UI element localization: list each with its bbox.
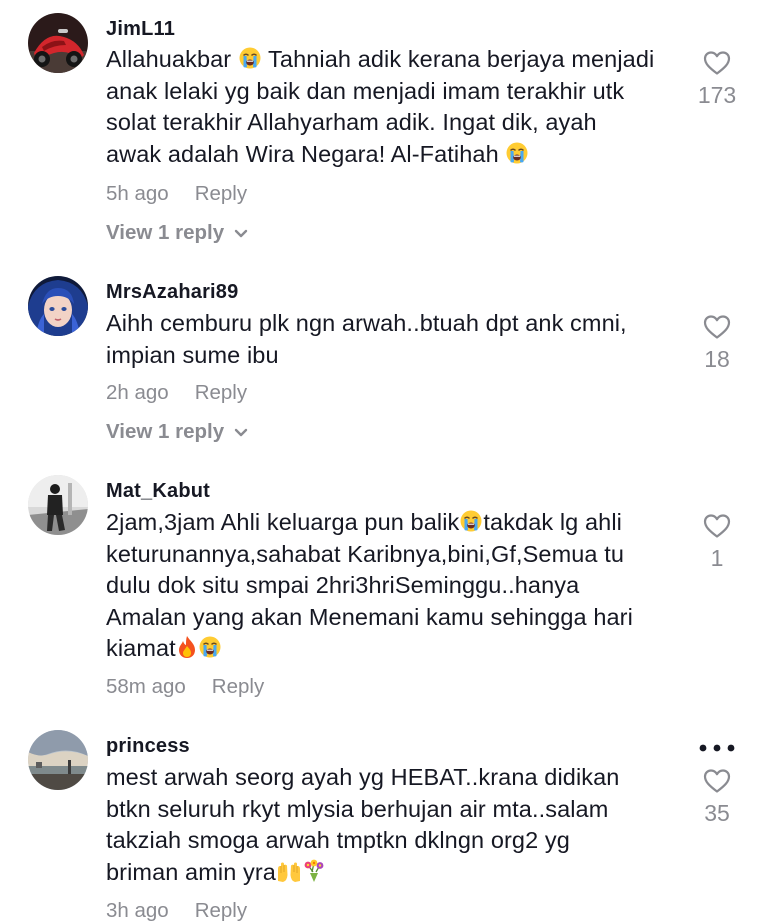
- reply-button[interactable]: Reply: [195, 381, 247, 404]
- comment-text: Allahuakbar Tahniah adik kerana berjaya …: [106, 44, 678, 170]
- comment-meta: 5h ago Reply: [106, 182, 247, 206]
- timestamp: 2h ago: [106, 381, 169, 404]
- username[interactable]: Mat_Kabut: [106, 480, 210, 503]
- reply-button[interactable]: Reply: [212, 675, 264, 698]
- reply-button[interactable]: Reply: [195, 182, 247, 205]
- avatar[interactable]: [28, 13, 88, 73]
- comment-line: briman amin yra: [106, 857, 678, 889]
- heart-outline-icon: [703, 514, 731, 538]
- heart-outline-icon: [703, 769, 731, 793]
- loudly-crying-face-icon: [506, 142, 528, 163]
- chevron-down-icon: [234, 229, 248, 237]
- comment-line: keturunannya,sahabat Karibnya,bini,Gf,Se…: [106, 540, 625, 567]
- comment-line: solat terakhir Allahyarham adik. Ingat d…: [106, 109, 597, 135]
- bouquet-icon: [304, 859, 324, 882]
- loudly-crying-face-icon: [199, 636, 221, 658]
- chevron-down-icon: [234, 428, 248, 436]
- comment-line: takziah smoga arwah tmptkn dklngn org2 y…: [106, 827, 570, 853]
- view-replies-label: View 1 reply: [106, 420, 225, 443]
- like-count: 173: [697, 82, 737, 108]
- comment-line: mest arwah seorg ayah yg HEBAT..krana di…: [106, 764, 620, 790]
- comment-line: btkn seluruh rkyt mlysia berhujan air mt…: [106, 795, 609, 822]
- timestamp: 3h ago: [106, 899, 169, 922]
- comment-line: kiamat: [106, 633, 678, 665]
- view-replies-label: View 1 reply: [106, 221, 225, 244]
- raising-hands-icon: [277, 862, 300, 882]
- comment-line: awak adalah Wira Negara! Al-Fatihah: [106, 139, 678, 171]
- reply-button[interactable]: Reply: [195, 899, 247, 922]
- like-button[interactable]: 1: [690, 513, 744, 572]
- comment-line: 2jam,3jam Ahli keluarga pun balik takdak …: [106, 509, 622, 535]
- comment-text: Aihh cemburu plk ngn arwah..btuah dpt an…: [106, 308, 678, 371]
- avatar[interactable]: [28, 730, 88, 790]
- comment-text: mest arwah seorg ayah yg HEBAT..krana di…: [106, 762, 678, 888]
- comment-text: 2jam,3jam Ahli keluarga pun balik takdak …: [106, 507, 678, 665]
- like-button[interactable]: 173: [690, 50, 744, 109]
- comment-line: anak lelaki yg baik dan menjadi imam ter…: [106, 77, 625, 104]
- avatar[interactable]: [28, 276, 88, 336]
- comment-line: Allahuakbar Tahniah adik kerana berjaya …: [106, 46, 655, 72]
- comment-meta: 3h ago Reply: [106, 899, 247, 923]
- more-dots-icon[interactable]: [699, 744, 735, 752]
- fire-icon: [178, 636, 195, 658]
- heart-outline-icon: [703, 51, 731, 75]
- like-button[interactable]: 35: [690, 768, 744, 827]
- username[interactable]: MrsAzahari89: [106, 281, 238, 304]
- comment-meta: 2h ago Reply: [106, 381, 247, 405]
- avatar[interactable]: [28, 475, 88, 535]
- timestamp: 58m ago: [106, 675, 186, 698]
- comment-line: dulu dok situ smpai 2hri3hriSeminggu..ha…: [106, 572, 580, 598]
- like-count: 35: [704, 800, 730, 826]
- heart-outline-icon: [703, 315, 731, 339]
- like-button[interactable]: 18: [690, 314, 744, 373]
- loudly-crying-face-icon: [460, 510, 482, 532]
- view-replies-button[interactable]: View 1 reply: [106, 221, 248, 245]
- comment-line: Aihh cemburu plk ngn arwah..btuah dpt an…: [106, 310, 627, 336]
- comment-meta: 58m ago Reply: [106, 675, 264, 699]
- username[interactable]: princess: [106, 735, 190, 758]
- like-count: 1: [710, 545, 724, 571]
- loudly-crying-face-icon: [239, 47, 261, 69]
- comment-line: Amalan yang akan Menemani kamu sehingga …: [106, 603, 633, 630]
- comment-line: impian sume ibu: [106, 341, 279, 368]
- username[interactable]: JimL11: [106, 18, 175, 41]
- like-count: 18: [704, 346, 730, 372]
- timestamp: 5h ago: [106, 182, 169, 205]
- view-replies-button[interactable]: View 1 reply: [106, 420, 248, 444]
